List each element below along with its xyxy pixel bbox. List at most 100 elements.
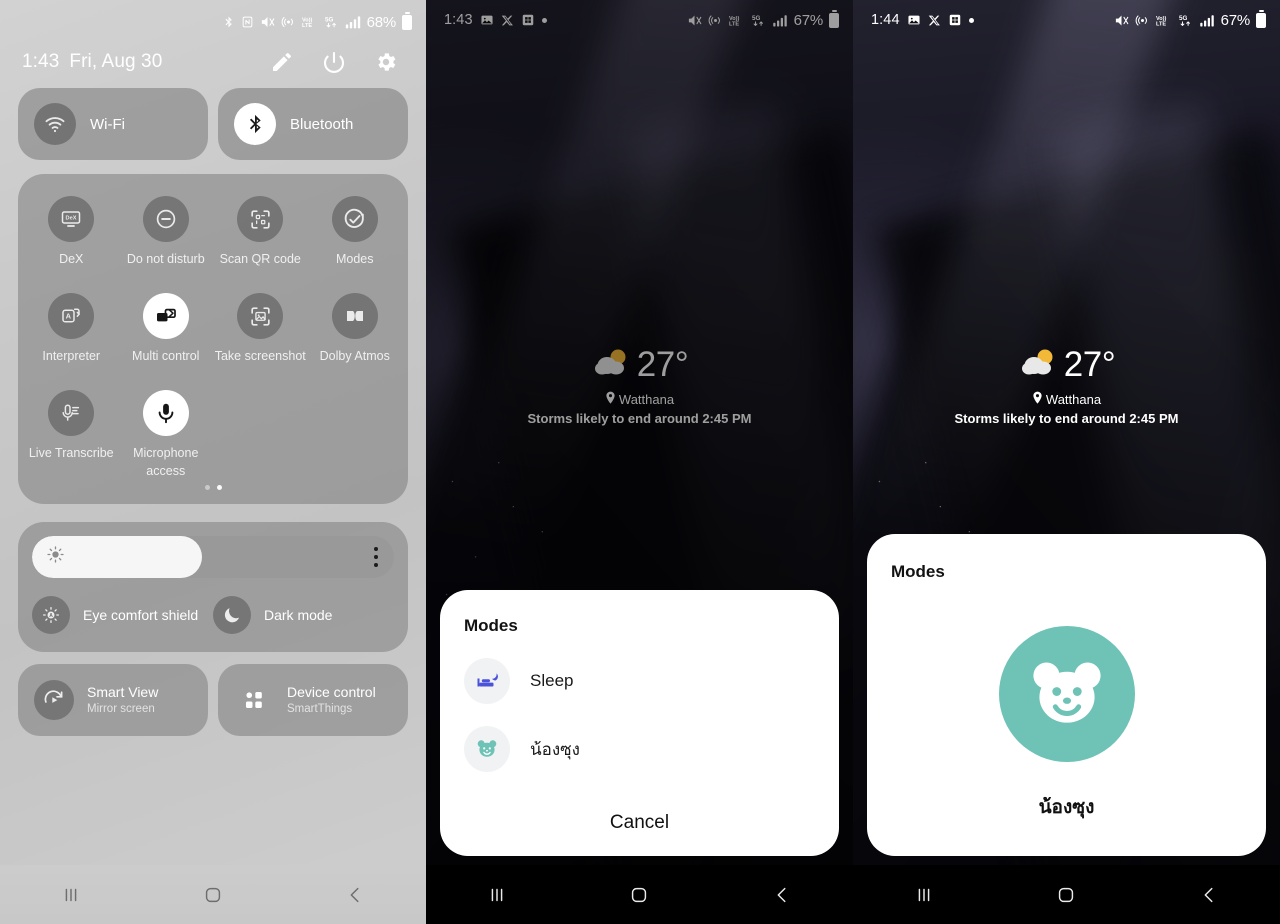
smart-view-icon bbox=[34, 680, 74, 720]
svg-text:5G: 5G bbox=[325, 16, 334, 23]
modes-dialog-item-label: น้องซุง bbox=[530, 739, 580, 759]
tile-microphone-access[interactable]: Microphone access bbox=[119, 390, 214, 481]
svg-text:A: A bbox=[66, 311, 72, 320]
svg-text:LTE: LTE bbox=[1156, 21, 1166, 27]
tile-label: Interpreter bbox=[42, 349, 101, 363]
microphone-icon bbox=[142, 390, 189, 436]
home-icon[interactable] bbox=[604, 875, 674, 915]
settings-gear-icon[interactable] bbox=[374, 50, 398, 74]
tile-take-screenshot[interactable]: Take screenshot bbox=[213, 293, 308, 384]
dex-icon: DeX bbox=[48, 196, 95, 242]
tile-dolby-atmos[interactable]: Dolby Atmos bbox=[308, 293, 403, 384]
recents-icon[interactable] bbox=[462, 875, 532, 915]
mute-icon bbox=[260, 14, 275, 30]
tile-dex[interactable]: DeX DeX bbox=[24, 196, 119, 287]
tile-live-transcribe[interactable]: Live Transcribe bbox=[24, 390, 119, 481]
bluetooth-icon bbox=[234, 103, 276, 145]
svg-text:Vo)): Vo)) bbox=[1156, 15, 1167, 21]
smart-view-card[interactable]: Smart View Mirror screen bbox=[18, 664, 208, 736]
tile-label: Dolby Atmos bbox=[319, 349, 390, 363]
dot-icon bbox=[968, 17, 974, 23]
home-icon[interactable] bbox=[178, 875, 248, 915]
panel1-time: 1:43 bbox=[22, 51, 60, 72]
back-icon[interactable] bbox=[747, 875, 817, 915]
recents-icon[interactable] bbox=[36, 875, 106, 915]
panel1-status-bar: Vo)) LTE 5G 68% bbox=[0, 0, 426, 44]
panel3-weather-widget[interactable]: 27° Watthana Storms likely to end around… bbox=[853, 345, 1280, 427]
card-subtitle: SmartThings bbox=[287, 702, 353, 715]
battery-percent-label: 67% bbox=[1220, 11, 1251, 29]
back-icon[interactable] bbox=[1174, 875, 1244, 915]
tile-page-indicator bbox=[24, 485, 402, 490]
quick-tiles-grid: DeX DeX Do not disturb Scan QR code Mode… bbox=[24, 196, 402, 481]
tile-modes[interactable]: Modes bbox=[308, 196, 403, 287]
modes-dialog-item-sleep[interactable]: Sleep bbox=[464, 658, 815, 704]
back-icon[interactable] bbox=[320, 875, 390, 915]
tile-scan-qr-code[interactable]: Scan QR code bbox=[213, 196, 308, 287]
page-dot[interactable] bbox=[204, 485, 210, 490]
home-screen-with-mode-card: 1:44 Vo)) LTE 5G 67% 27° Watthana Storms… bbox=[853, 0, 1280, 924]
mode-card-name: น้องซุง bbox=[1038, 797, 1095, 818]
app-notification-icon bbox=[948, 13, 962, 27]
gallery-icon bbox=[907, 13, 921, 27]
power-icon[interactable] bbox=[322, 50, 346, 74]
wifi-toggle-label: Wi-Fi bbox=[90, 115, 125, 133]
panel1-clock-date[interactable]: 1:43 Fri, Aug 30 bbox=[22, 51, 162, 73]
tile-multi-control[interactable]: Multi control bbox=[119, 293, 214, 384]
page-dot-active[interactable] bbox=[216, 485, 222, 490]
volte-icon: Vo)) LTE bbox=[302, 14, 319, 30]
panel3-status-bar: 1:44 Vo)) LTE 5G 67% bbox=[853, 0, 1280, 40]
mini-toggle-label: Dark mode bbox=[264, 607, 333, 623]
dolby-atmos-icon bbox=[331, 293, 378, 339]
wifi-toggle[interactable]: Wi-Fi bbox=[18, 88, 208, 160]
bluetooth-icon bbox=[222, 14, 235, 30]
panel3-temperature: 27° bbox=[1063, 345, 1116, 384]
battery-percent-label: 68% bbox=[366, 13, 397, 31]
live-transcribe-icon bbox=[48, 390, 95, 436]
modes-dialog-item-label: Sleep bbox=[530, 671, 574, 690]
x-twitter-icon bbox=[928, 14, 941, 27]
eye-comfort-icon: A bbox=[32, 596, 70, 634]
partly-cloudy-icon bbox=[1018, 346, 1060, 385]
display-mini-toggle-row: A Eye comfort shield Dark mode bbox=[32, 596, 394, 634]
modes-dialog-item-custom[interactable]: น้องซุง bbox=[464, 726, 815, 772]
bear-face-icon[interactable] bbox=[998, 626, 1135, 762]
tile-label: Scan QR code bbox=[219, 252, 301, 266]
recents-icon[interactable] bbox=[889, 875, 959, 915]
hotspot-icon bbox=[281, 14, 296, 30]
device-control-card[interactable]: Device control SmartThings bbox=[218, 664, 408, 736]
hotspot-icon bbox=[1135, 13, 1150, 28]
edit-pencil-icon[interactable] bbox=[270, 50, 294, 74]
brightness-slider[interactable] bbox=[32, 536, 394, 578]
panel1-navigation-bar bbox=[0, 865, 426, 924]
screenshot-icon bbox=[237, 293, 284, 339]
bluetooth-toggle[interactable]: Bluetooth bbox=[218, 88, 408, 160]
more-options-icon[interactable] bbox=[374, 536, 378, 578]
panel3-navigation-bar bbox=[853, 865, 1280, 924]
panel1-date: Fri, Aug 30 bbox=[69, 51, 163, 72]
moon-icon bbox=[213, 596, 251, 634]
do-not-disturb-icon bbox=[142, 196, 189, 242]
cancel-button[interactable]: Cancel bbox=[464, 802, 815, 838]
mode-card-title: Modes bbox=[891, 562, 945, 581]
tile-interpreter[interactable]: A Interpreter bbox=[24, 293, 119, 384]
modes-dialog-title: Modes bbox=[464, 616, 518, 635]
modes-icon bbox=[331, 196, 378, 242]
home-screen-with-modes-dialog: 1:43 Vo)) LTE 5G 67% 27° Watthana Storms… bbox=[426, 0, 853, 924]
volte-icon: Vo)) LTE bbox=[1156, 13, 1173, 28]
dark-mode-toggle[interactable]: Dark mode bbox=[213, 596, 394, 634]
modes-dialog: Modes Sleep น้องซุง Cancel bbox=[440, 590, 839, 856]
tile-label: Microphone access bbox=[133, 446, 199, 478]
bluetooth-toggle-label: Bluetooth bbox=[290, 115, 354, 133]
svg-text:DeX: DeX bbox=[66, 216, 77, 222]
5g-icon: 5G bbox=[1179, 13, 1193, 28]
signal-icon bbox=[345, 14, 361, 30]
brightness-slider-fill bbox=[32, 536, 203, 578]
tile-do-not-disturb[interactable]: Do not disturb bbox=[119, 196, 214, 287]
eye-comfort-shield-toggle[interactable]: A Eye comfort shield bbox=[32, 596, 213, 634]
home-icon[interactable] bbox=[1031, 875, 1101, 915]
mute-icon bbox=[1114, 13, 1129, 28]
svg-text:A: A bbox=[49, 613, 53, 619]
multi-control-icon bbox=[142, 293, 189, 339]
panel3-weather-description: Storms likely to end around 2:45 PM bbox=[954, 411, 1179, 426]
